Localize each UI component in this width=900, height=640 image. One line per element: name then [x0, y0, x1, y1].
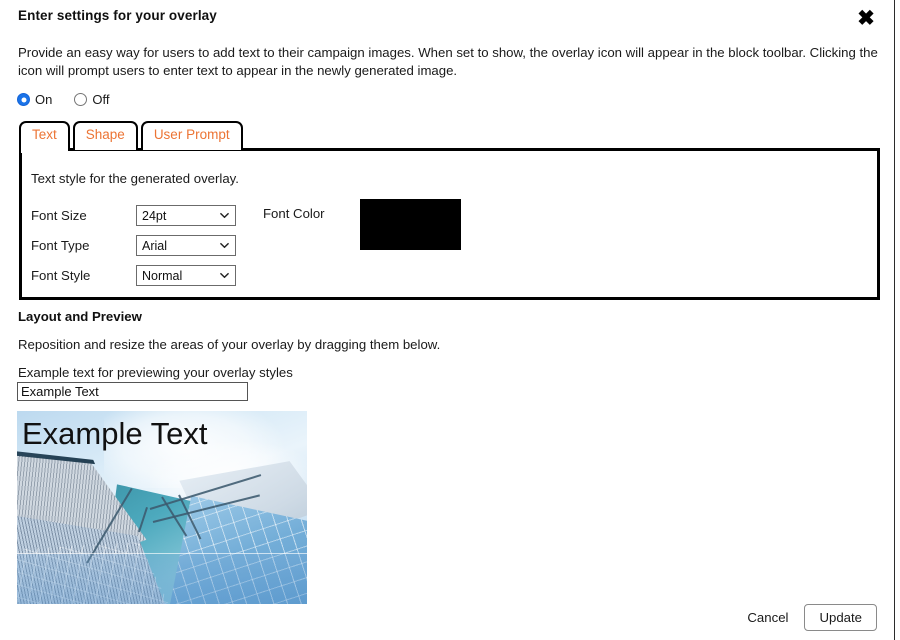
font-color-swatch[interactable] — [360, 199, 461, 250]
font-size-value: 24pt — [142, 208, 167, 223]
radio-off-label: Off — [92, 92, 110, 107]
radio-on-label: On — [35, 92, 53, 107]
panel-caption: Text style for the generated overlay. — [31, 171, 239, 186]
font-style-select[interactable]: Normal — [136, 265, 236, 286]
preview-overlay-text[interactable]: Example Text — [22, 416, 208, 452]
update-button[interactable]: Update — [804, 604, 877, 631]
font-size-label: Font Size — [31, 208, 87, 223]
dialog-footer: Cancel Update — [745, 604, 877, 631]
font-type-value: Arial — [142, 238, 168, 253]
close-icon[interactable]: ✖ — [852, 4, 880, 32]
tab-shape[interactable]: Shape — [72, 121, 138, 150]
chevron-down-icon — [220, 241, 229, 250]
overlay-settings-dialog: Enter settings for your overlay ✖ Provid… — [0, 0, 895, 640]
text-tab-panel: Text style for the generated overlay. Fo… — [19, 148, 880, 300]
radio-option-off[interactable]: Off — [74, 92, 109, 107]
font-style-label: Font Style — [31, 268, 91, 283]
radio-off-icon — [74, 93, 88, 106]
field-row-font-type: Font Type Arial — [31, 231, 236, 260]
tab-strip: Text Shape User Prompt — [19, 121, 243, 153]
field-row-font-style: Font Style Normal — [31, 261, 236, 290]
dialog-description: Provide an easy way for users to add tex… — [18, 45, 878, 78]
font-fields: Font Size 24pt Font Type Arial Font Styl… — [31, 201, 236, 291]
radio-on-icon — [17, 93, 30, 106]
font-type-select[interactable]: Arial — [136, 235, 236, 256]
overlay-preview[interactable]: Example Text — [17, 411, 307, 604]
font-color-label: Font Color — [263, 206, 325, 221]
layout-section-title: Layout and Preview — [18, 309, 142, 324]
radio-option-on[interactable]: On — [17, 92, 52, 107]
field-row-font-size: Font Size 24pt — [31, 201, 236, 230]
font-type-label: Font Type — [31, 238, 90, 253]
page-title: Enter settings for your overlay — [18, 8, 217, 23]
tab-text[interactable]: Text — [19, 121, 70, 153]
tab-user-prompt[interactable]: User Prompt — [140, 121, 243, 150]
chevron-down-icon — [220, 211, 229, 220]
layout-section-subtitle: Reposition and resize the areas of your … — [18, 337, 441, 352]
overlay-region-divider[interactable] — [17, 553, 307, 554]
chevron-down-icon — [220, 271, 229, 280]
cancel-button[interactable]: Cancel — [745, 606, 790, 629]
font-style-value: Normal — [142, 268, 183, 283]
overlay-enable-radio-group: On Off — [17, 92, 109, 107]
font-size-select[interactable]: 24pt — [136, 205, 236, 226]
example-text-input[interactable] — [17, 382, 248, 401]
example-text-caption: Example text for previewing your overlay… — [18, 365, 293, 380]
